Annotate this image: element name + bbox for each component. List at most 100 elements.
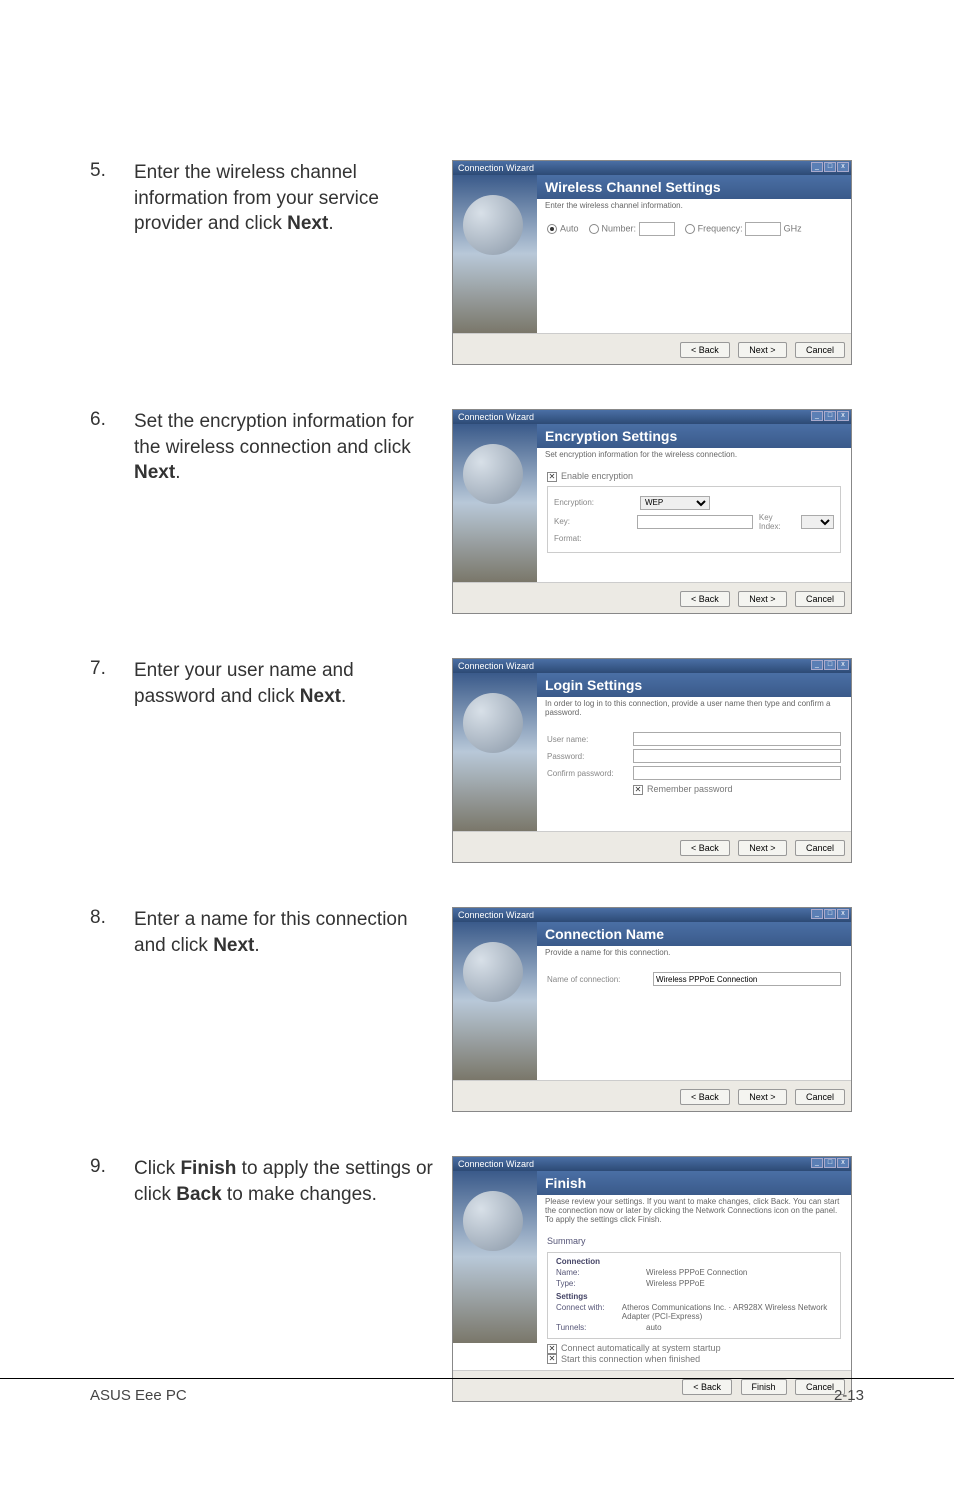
- window-titlebar: Connection Wizard _□x: [453, 659, 851, 673]
- window-titlebar: Connection Wizard _□x: [453, 1157, 851, 1171]
- summary-connectwith-label: Connect with:: [556, 1303, 622, 1321]
- window-titlebar: Connection Wizard _□x: [453, 410, 851, 424]
- label-connection-name: Name of connection:: [547, 975, 647, 984]
- close-icon: x: [837, 411, 849, 421]
- encryption-select[interactable]: WEP: [640, 496, 710, 510]
- max-icon: □: [824, 162, 836, 172]
- confirm-password-input[interactable]: [633, 766, 841, 780]
- label-keyindex: Key Index:: [759, 513, 795, 531]
- min-icon: _: [811, 660, 823, 670]
- label-frequency: Frequency:: [698, 224, 743, 234]
- password-input[interactable]: [633, 749, 841, 763]
- summary-settings-header: Settings: [556, 1292, 832, 1301]
- min-icon: _: [811, 162, 823, 172]
- step-number: 6.: [90, 409, 134, 431]
- radio-number[interactable]: [589, 224, 599, 234]
- start-now-checkbox[interactable]: [547, 1354, 557, 1364]
- next-button[interactable]: Next >: [738, 342, 786, 358]
- summary-tunnels-value: auto: [646, 1323, 662, 1332]
- max-icon: □: [824, 909, 836, 919]
- close-icon: x: [837, 660, 849, 670]
- cancel-button[interactable]: Cancel: [795, 1089, 845, 1105]
- label-summary: Summary: [547, 1236, 841, 1246]
- radio-frequency[interactable]: [685, 224, 695, 234]
- label-enable-encryption: Enable encryption: [561, 471, 633, 481]
- next-button[interactable]: Next >: [738, 1089, 786, 1105]
- wizard-side-image: [453, 922, 537, 1080]
- window-title: Connection Wizard: [458, 163, 534, 173]
- back-button[interactable]: < Back: [680, 591, 730, 607]
- label-ghz: GHz: [784, 224, 802, 234]
- wizard-side-image: [453, 1171, 537, 1343]
- summary-connectwith-value: Atheros Communications Inc. · AR928X Wir…: [622, 1303, 832, 1321]
- radio-auto[interactable]: [547, 224, 557, 234]
- key-input[interactable]: [637, 515, 753, 529]
- screenshot-finish: Connection Wizard _□x Finish Please revi…: [452, 1156, 852, 1402]
- back-button[interactable]: < Back: [680, 1089, 730, 1105]
- min-icon: _: [811, 411, 823, 421]
- summary-type-label: Type:: [556, 1279, 646, 1288]
- footer-left: ASUS Eee PC: [90, 1387, 187, 1404]
- label-key: Key:: [554, 517, 631, 526]
- next-button[interactable]: Next >: [738, 591, 786, 607]
- step-number: 8.: [90, 907, 134, 929]
- min-icon: _: [811, 909, 823, 919]
- window-title: Connection Wizard: [458, 910, 534, 920]
- label-remember: Remember password: [647, 784, 733, 794]
- wizard-side-image: [453, 673, 537, 831]
- username-input[interactable]: [633, 732, 841, 746]
- next-button[interactable]: Next >: [738, 840, 786, 856]
- close-icon: x: [837, 162, 849, 172]
- summary-connection-header: Connection: [556, 1257, 832, 1266]
- back-button[interactable]: < Back: [680, 342, 730, 358]
- close-icon: x: [837, 909, 849, 919]
- label-connect-auto: Connect automatically at system startup: [561, 1343, 721, 1353]
- window-title: Connection Wizard: [458, 412, 534, 422]
- wizard-subtitle: Enter the wireless channel information.: [537, 199, 851, 216]
- connection-name-input[interactable]: [653, 972, 841, 986]
- step-number: 5.: [90, 160, 134, 182]
- wizard-side-image: [453, 175, 537, 333]
- cancel-button[interactable]: Cancel: [795, 342, 845, 358]
- keyindex-select[interactable]: [801, 515, 834, 529]
- window-titlebar: Connection Wizard _□x: [453, 161, 851, 175]
- wizard-subtitle: Provide a name for this connection.: [537, 946, 851, 963]
- window-controls: _□x: [811, 1158, 849, 1168]
- window-controls: _□x: [811, 909, 849, 919]
- wizard-header: Login Settings: [537, 673, 851, 697]
- screenshot-login-settings: Connection Wizard _□x Login Settings In …: [452, 658, 852, 863]
- screenshot-encryption-settings: Connection Wizard _□x Encryption Setting…: [452, 409, 852, 614]
- window-controls: _□x: [811, 162, 849, 172]
- summary-type-value: Wireless PPPoE: [646, 1279, 705, 1288]
- label-auto: Auto: [560, 224, 579, 234]
- label-start-now: Start this connection when finished: [561, 1354, 700, 1364]
- wizard-subtitle: Set encryption information for the wirel…: [537, 448, 851, 465]
- frequency-input[interactable]: [745, 222, 781, 236]
- summary-name-label: Name:: [556, 1268, 646, 1277]
- close-icon: x: [837, 1158, 849, 1168]
- connect-auto-checkbox[interactable]: [547, 1344, 557, 1354]
- window-titlebar: Connection Wizard _□x: [453, 908, 851, 922]
- wizard-side-image: [453, 424, 537, 582]
- wizard-header: Connection Name: [537, 922, 851, 946]
- max-icon: □: [824, 660, 836, 670]
- step-text: Enter your user name and password and cl…: [134, 658, 452, 709]
- channel-number-input[interactable]: [639, 222, 675, 236]
- wizard-header: Encryption Settings: [537, 424, 851, 448]
- max-icon: □: [824, 1158, 836, 1168]
- cancel-button[interactable]: Cancel: [795, 591, 845, 607]
- enable-encryption-checkbox[interactable]: [547, 472, 557, 482]
- wizard-subtitle: Please review your settings. If you want…: [537, 1195, 851, 1230]
- back-button[interactable]: < Back: [680, 840, 730, 856]
- step-text: Click Finish to apply the settings or cl…: [134, 1156, 452, 1207]
- step-text: Enter the wireless channel information f…: [134, 160, 452, 237]
- window-title: Connection Wizard: [458, 661, 534, 671]
- summary-box: Connection Name:Wireless PPPoE Connectio…: [547, 1252, 841, 1339]
- cancel-button[interactable]: Cancel: [795, 840, 845, 856]
- step-number: 7.: [90, 658, 134, 680]
- step-text: Set the encryption information for the w…: [134, 409, 452, 486]
- wizard-header: Wireless Channel Settings: [537, 175, 851, 199]
- remember-password-checkbox[interactable]: [633, 785, 643, 795]
- summary-tunnels-label: Tunnels:: [556, 1323, 646, 1332]
- step-text: Enter a name for this connection and cli…: [134, 907, 452, 958]
